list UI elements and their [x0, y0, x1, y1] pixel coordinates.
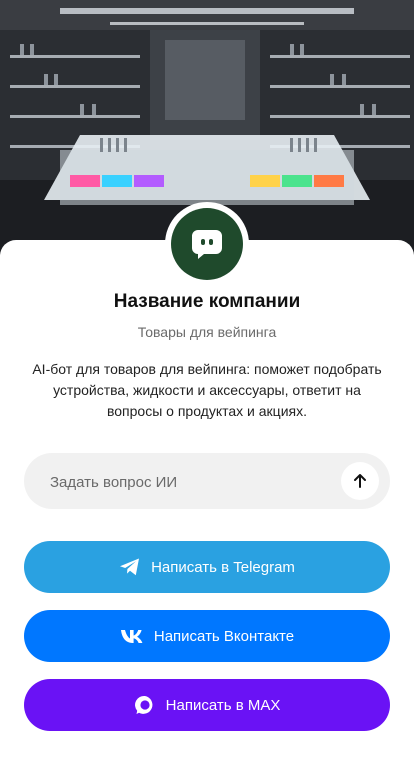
telegram-icon [119, 557, 141, 577]
max-button[interactable]: Написать в MAX [24, 679, 390, 731]
telegram-button-label: Написать в Telegram [151, 558, 295, 576]
vk-button-label: Написать Вконтакте [153, 627, 295, 645]
arrow-up-icon [351, 472, 369, 490]
ask-ai-field [24, 453, 390, 511]
vk-icon [120, 628, 144, 644]
max-button-label: Написать в MAX [165, 696, 281, 714]
send-button[interactable] [341, 462, 379, 500]
telegram-button[interactable]: Написать в Telegram [24, 541, 390, 593]
company-category: Товары для вейпинга [137, 324, 277, 340]
ask-ai-input[interactable] [48, 453, 332, 511]
chat-bot-icon [190, 228, 224, 260]
company-logo [165, 202, 249, 286]
vk-button[interactable]: Написать Вконтакте [24, 610, 390, 662]
company-name: Название компании [113, 291, 301, 312]
max-icon [134, 694, 156, 716]
company-description: AI-бот для товаров для вейпинга: поможет… [32, 361, 382, 419]
